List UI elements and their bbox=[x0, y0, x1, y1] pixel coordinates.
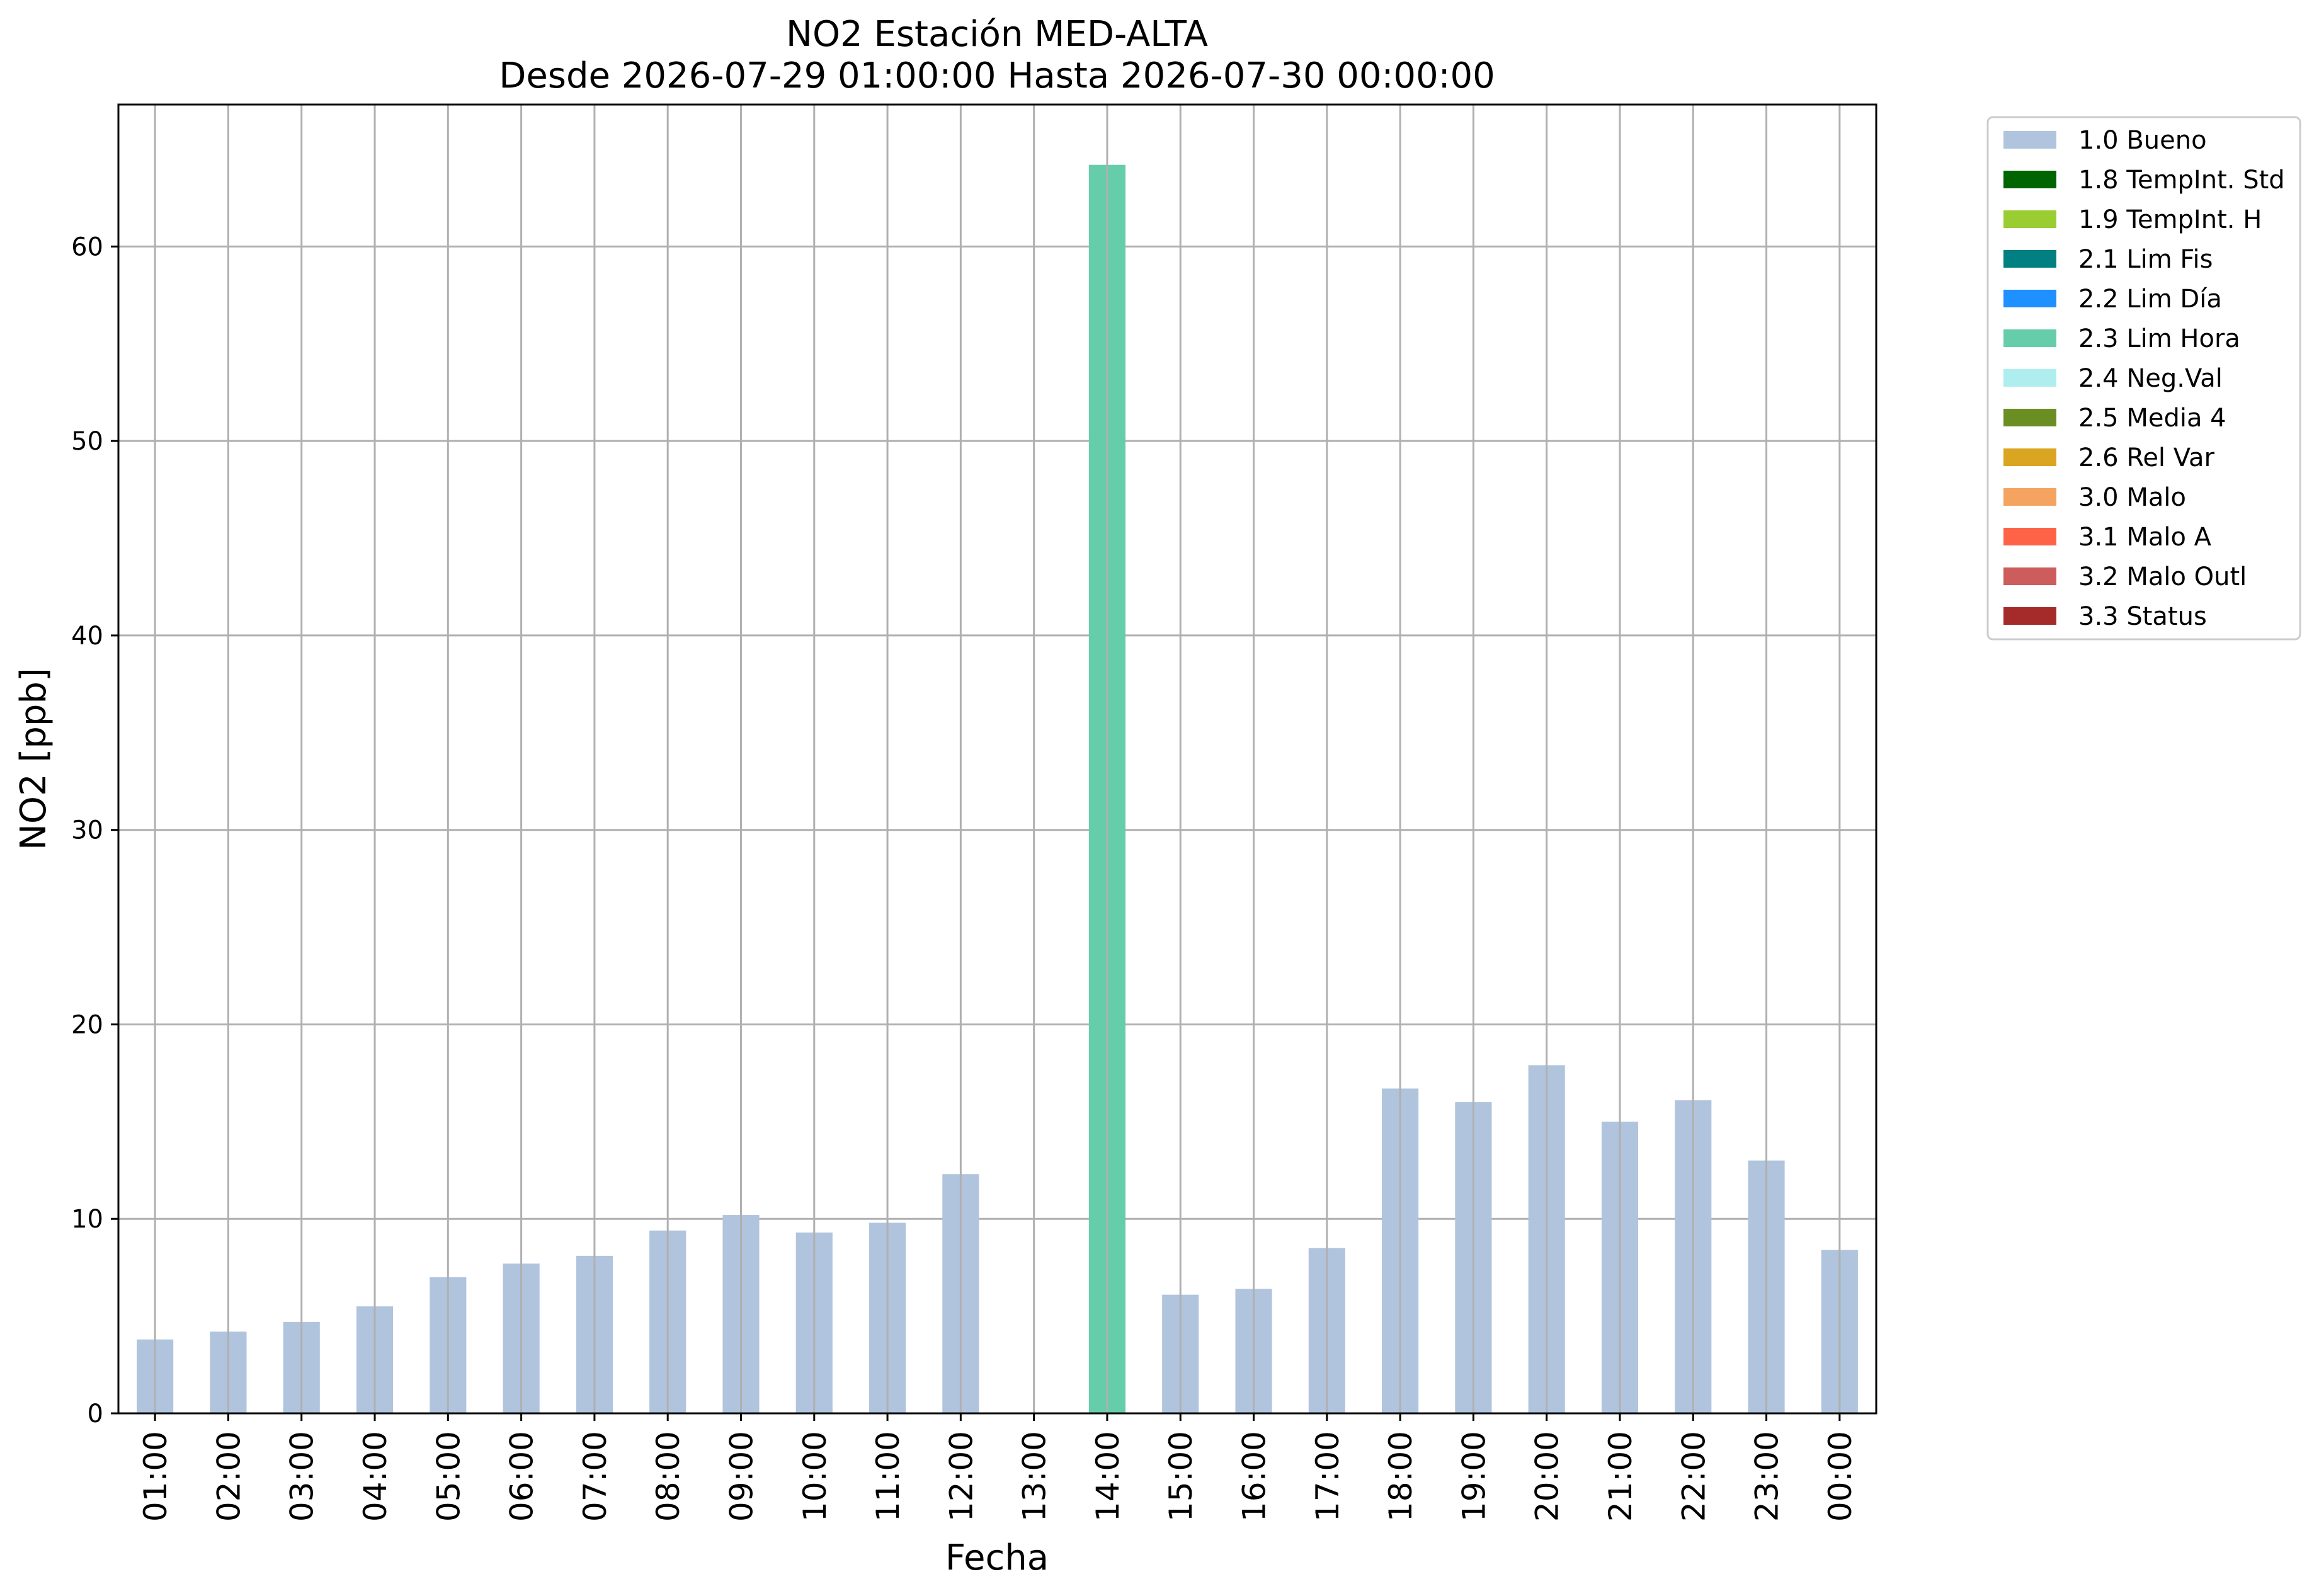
legend-swatch bbox=[2003, 409, 2056, 426]
x-tick-label: 03:00 bbox=[284, 1431, 321, 1522]
x-grid bbox=[154, 105, 1841, 1413]
y-tick-label: 30 bbox=[71, 816, 103, 845]
legend-swatch bbox=[2003, 329, 2056, 347]
legend-label: 2.2 Lim Día bbox=[2078, 285, 2222, 314]
x-tick-label: 23:00 bbox=[1749, 1431, 1786, 1522]
y-tick-label: 0 bbox=[88, 1399, 103, 1428]
legend-label: 1.0 Bueno bbox=[2078, 126, 2207, 155]
x-tick-label: 12:00 bbox=[943, 1431, 979, 1522]
legend-label: 3.0 Malo bbox=[2078, 483, 2186, 512]
x-tick-label: 14:00 bbox=[1090, 1431, 1126, 1522]
x-tick-label: 22:00 bbox=[1675, 1431, 1712, 1522]
legend-swatch bbox=[2003, 528, 2056, 545]
chart-subtitle: Desde 2026-07-29 01:00:00 Hasta 2026-07-… bbox=[499, 55, 1495, 96]
x-tick-label: 09:00 bbox=[723, 1431, 760, 1522]
legend-label: 1.9 TempInt. H bbox=[2078, 205, 2262, 234]
chart: NO2 Estación MED-ALTA Desde 2026-07-29 0… bbox=[13, 14, 2301, 1578]
y-axis-label: NO2 [ppb] bbox=[13, 668, 54, 850]
legend-swatch bbox=[2003, 290, 2056, 307]
y-tick-label: 20 bbox=[71, 1010, 103, 1039]
x-tick-label: 04:00 bbox=[357, 1431, 394, 1522]
legend-label: 3.3 Status bbox=[2078, 602, 2207, 631]
chart-title: NO2 Estación MED-ALTA bbox=[786, 14, 1208, 55]
bars bbox=[137, 164, 1858, 1414]
legend-swatch bbox=[2003, 607, 2056, 625]
x-tick-label: 10:00 bbox=[797, 1431, 833, 1522]
legend-label: 2.6 Rel Var bbox=[2078, 443, 2215, 472]
legend-swatch bbox=[2003, 131, 2056, 149]
x-ticks: 01:00 02:00 03:00 04:00 05:00 06:00 07:00 08:00… bbox=[137, 1413, 1859, 1522]
x-tick-label: 16:00 bbox=[1236, 1431, 1273, 1522]
legend: 1.0 Bueno 1.8 TempInt. Std 1.9 TempInt. H 2… bbox=[1986, 116, 2301, 641]
legend-swatch bbox=[2003, 250, 2056, 268]
x-tick-label: 20:00 bbox=[1529, 1431, 1566, 1522]
x-tick-label: 02:00 bbox=[210, 1431, 247, 1522]
legend-label: 3.2 Malo Outl bbox=[2078, 562, 2247, 591]
x-tick-label: 18:00 bbox=[1382, 1431, 1419, 1522]
x-tick-label: 21:00 bbox=[1602, 1431, 1639, 1522]
x-axis-label: Fecha bbox=[945, 1537, 1049, 1578]
x-tick-label: 17:00 bbox=[1309, 1431, 1346, 1522]
legend-label: 2.3 Lim Hora bbox=[2078, 324, 2240, 353]
y-tick-label: 60 bbox=[71, 232, 103, 261]
x-tick-label: 06:00 bbox=[504, 1431, 540, 1522]
y-tick-label: 40 bbox=[71, 622, 103, 651]
legend-swatch bbox=[2003, 171, 2056, 188]
legend-label: 2.1 Lim Fis bbox=[2078, 245, 2213, 274]
x-tick-label: 07:00 bbox=[577, 1431, 613, 1522]
x-tick-label: 05:00 bbox=[430, 1431, 467, 1522]
x-tick-label: 01:00 bbox=[137, 1431, 174, 1522]
x-tick-label: 19:00 bbox=[1456, 1431, 1492, 1522]
legend-label: 2.4 Neg.Val bbox=[2078, 364, 2223, 393]
y-ticks: 0 10 20 30 40 50 60 bbox=[71, 232, 118, 1428]
x-tick-label: 11:00 bbox=[870, 1431, 906, 1522]
legend-label: 3.1 Malo A bbox=[2078, 523, 2212, 552]
legend-swatch bbox=[2003, 448, 2056, 466]
x-tick-label: 00:00 bbox=[1822, 1431, 1859, 1522]
legend-swatch bbox=[2003, 369, 2056, 387]
legend-swatch bbox=[2003, 488, 2056, 506]
x-tick-label: 15:00 bbox=[1163, 1431, 1199, 1522]
x-tick-label: 08:00 bbox=[650, 1431, 687, 1522]
y-tick-label: 10 bbox=[71, 1205, 103, 1234]
x-tick-label: 13:00 bbox=[1017, 1431, 1053, 1522]
y-tick-label: 50 bbox=[71, 427, 103, 456]
legend-label: 1.8 TempInt. Std bbox=[2078, 166, 2285, 195]
legend-swatch bbox=[2003, 210, 2056, 228]
legend-swatch bbox=[2003, 567, 2056, 585]
legend-label: 2.5 Media 4 bbox=[2078, 404, 2226, 433]
